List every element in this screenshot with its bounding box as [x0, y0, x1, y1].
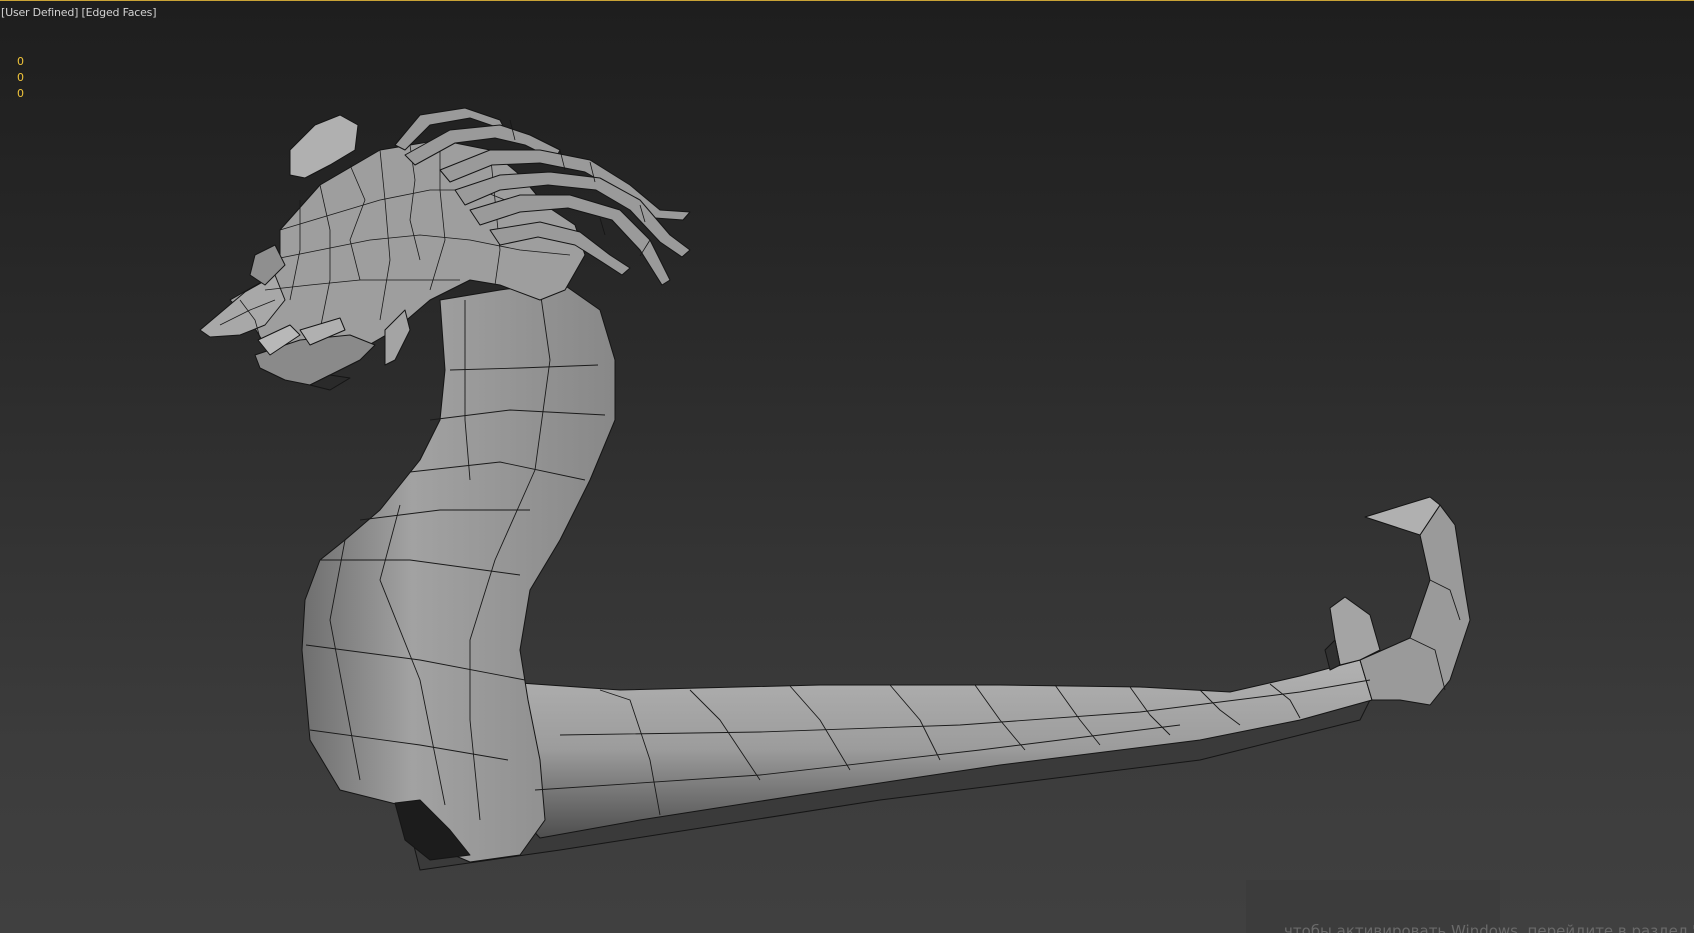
- activation-watermark-text: чтобы активировать Windows, перейдите в …: [1284, 922, 1694, 933]
- tail-hook: [1359, 504, 1471, 706]
- serpent-mesh-model[interactable]: [0, 0, 1694, 933]
- 3d-viewport[interactable]: [User Defined] [Edged Faces] 0 0 0 чтобы…: [0, 0, 1694, 933]
